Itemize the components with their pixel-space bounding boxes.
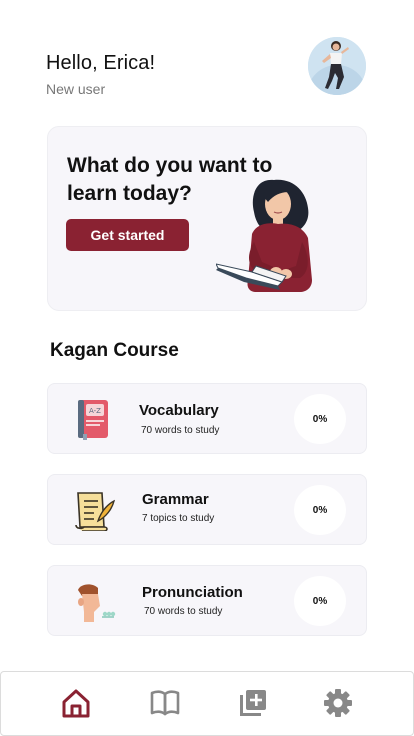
nav-home[interactable] (60, 687, 92, 719)
nav-settings[interactable] (322, 687, 354, 719)
course-card-vocabulary[interactable]: A-Z Vocabulary 70 words to study 0% (47, 383, 367, 454)
progress-badge: 0% (294, 394, 346, 444)
user-status-text: New user (46, 81, 106, 97)
get-started-button[interactable]: Get started (66, 219, 189, 251)
add-library-icon (240, 690, 266, 716)
nav-add[interactable] (237, 687, 269, 719)
user-avatar-icon (308, 37, 366, 95)
bottom-navigation (0, 671, 414, 736)
nav-library[interactable] (149, 687, 181, 719)
course-subtitle: 70 words to study (144, 606, 223, 617)
settings-gear-icon (324, 689, 352, 717)
section-title: Kagan Course (50, 340, 179, 361)
course-name: Pronunciation (142, 584, 243, 601)
course-card-pronunciation[interactable]: Pronunciation 70 words to study 0% (47, 565, 367, 636)
course-subtitle: 70 words to study (141, 425, 220, 436)
greeting-text: Hello, Erica! (46, 52, 156, 74)
scroll-quill-icon (75, 492, 116, 531)
svg-text:A-Z: A-Z (89, 407, 101, 415)
home-icon (62, 689, 90, 718)
header: Hello, Erica! New user (46, 52, 155, 97)
speaking-person-icon (78, 584, 116, 622)
book-icon (150, 690, 180, 716)
progress-badge: 0% (294, 485, 346, 535)
avatar[interactable] (308, 37, 366, 95)
course-card-grammar[interactable]: Grammar 7 topics to study 0% (47, 474, 367, 545)
woman-reading-book-icon (216, 179, 312, 292)
course-subtitle: 7 topics to study (142, 513, 215, 524)
course-name: Grammar (142, 491, 209, 508)
course-name: Vocabulary (139, 402, 219, 419)
progress-badge: 0% (294, 576, 346, 626)
hero-card: What do you want to learn today? Get sta… (47, 126, 367, 311)
dictionary-book-icon: A-Z (78, 400, 108, 440)
